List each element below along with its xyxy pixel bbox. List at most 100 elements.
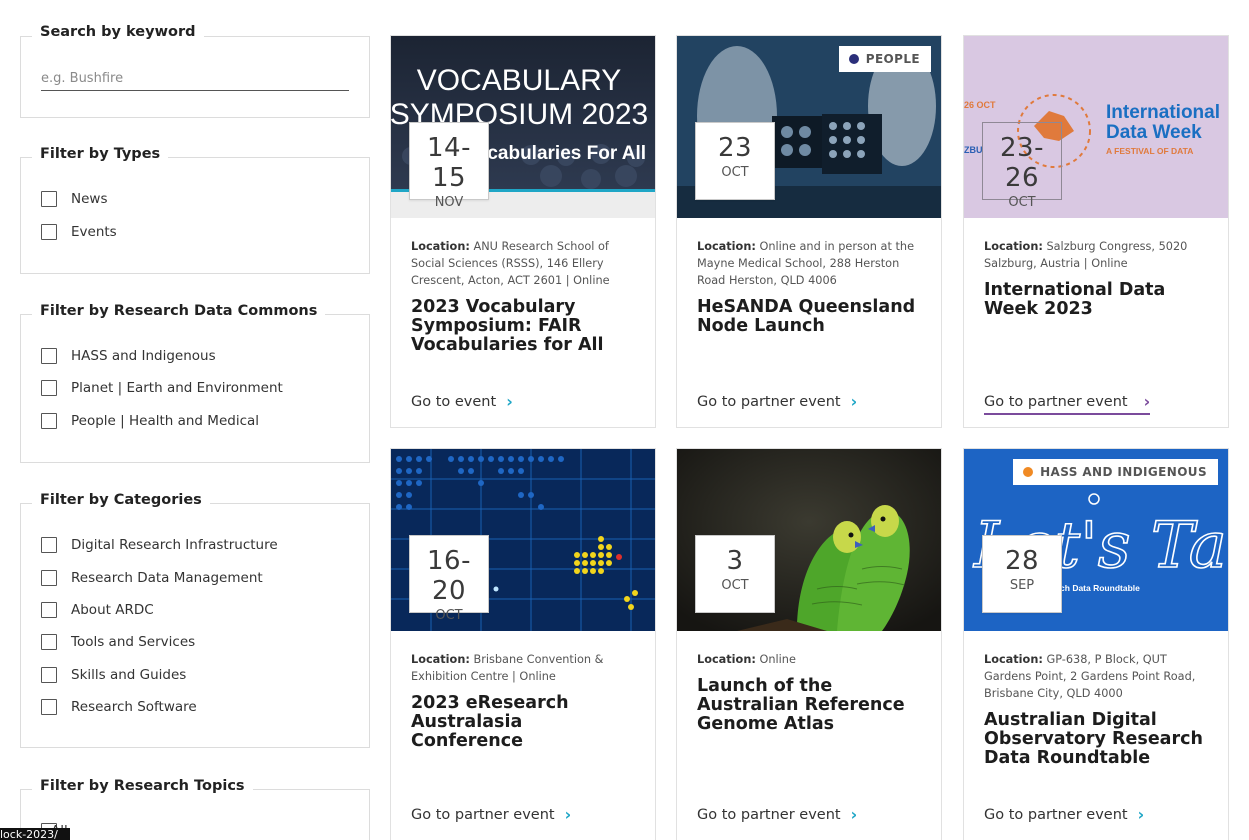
commons-option-hass[interactable]: HASS and Indigenous xyxy=(41,347,216,365)
commons-option-label: People | Health and Medical xyxy=(71,413,260,429)
date-box: 23 OCT xyxy=(695,122,775,200)
badge-label: HASS AND INDIGENOUS xyxy=(1040,465,1207,479)
link-label: Go to partner event xyxy=(697,393,841,410)
topics-filter-box: All xyxy=(20,789,370,840)
event-title[interactable]: 2023 eResearch Australasia Conference xyxy=(411,694,637,751)
event-card[interactable]: VOCABULARY SYMPOSIUM 2023 FAIR Vocabular… xyxy=(390,35,656,428)
category-badge: HASS AND INDIGENOUS xyxy=(1013,459,1218,485)
chevron-right-icon: › xyxy=(1137,805,1145,824)
go-to-partner-event-link[interactable]: Go to partner event › xyxy=(984,392,1151,415)
checkbox[interactable] xyxy=(41,191,57,207)
event-title[interactable]: 2023 Vocabulary Symposium: FAIR Vocabula… xyxy=(411,298,637,355)
event-title[interactable]: Australian Digital Observatory Research … xyxy=(984,711,1210,768)
category-option[interactable]: Research Data Management xyxy=(41,569,263,587)
category-option-label: Research Data Management xyxy=(71,570,263,586)
card-body: Location: Brisbane Convention & Exhibiti… xyxy=(411,651,637,751)
category-option[interactable]: About ARDC xyxy=(41,601,154,619)
type-option-events[interactable]: Events xyxy=(41,223,117,241)
category-option-label: Skills and Guides xyxy=(71,667,187,683)
commons-option-planet[interactable]: Planet | Earth and Environment xyxy=(41,379,283,397)
event-location: Location: Brisbane Convention & Exhibiti… xyxy=(411,651,637,685)
category-option[interactable]: Research Software xyxy=(41,698,197,716)
commons-option-label: HASS and Indigenous xyxy=(71,348,216,364)
go-to-partner-event-link[interactable]: Go to partner event › xyxy=(984,805,1144,826)
location-label: Location: xyxy=(697,240,756,253)
link-label: Go to event xyxy=(411,393,497,410)
category-option-label: About ARDC xyxy=(71,602,154,618)
event-location: Location: Online and in person at the Ma… xyxy=(697,238,923,289)
chevron-right-icon: › xyxy=(564,805,572,824)
date-box: 16-20 OCT xyxy=(409,535,489,623)
checkbox[interactable] xyxy=(41,667,57,683)
commons-filter-title: Filter by Research Data Commons xyxy=(32,301,326,321)
commons-option-label: Planet | Earth and Environment xyxy=(71,380,283,396)
chevron-right-icon: › xyxy=(1143,392,1151,411)
location-label: Location: xyxy=(697,653,756,666)
date-box: 14-15 NOV xyxy=(409,122,489,210)
category-option[interactable]: Skills and Guides xyxy=(41,666,186,684)
type-option-label: News xyxy=(71,191,108,207)
image-text-date: 26 OCT xyxy=(964,100,996,110)
date-month: NOV xyxy=(434,195,464,210)
location-label: Location: xyxy=(411,240,470,253)
badge-dot-icon xyxy=(848,54,859,64)
topics-filter-title: Filter by Research Topics xyxy=(32,776,253,796)
event-title[interactable]: Launch of the Australian Reference Genom… xyxy=(697,677,923,734)
checkbox[interactable] xyxy=(41,699,57,715)
date-month: OCT xyxy=(1008,195,1036,210)
go-to-partner-event-link[interactable]: Go to partner event › xyxy=(697,392,857,413)
checkbox[interactable] xyxy=(41,634,57,650)
event-location: Location: Salzburg Congress, 5020 Salzbu… xyxy=(984,238,1210,272)
category-option[interactable]: Tools and Services xyxy=(41,633,195,651)
date-day: 16-20 xyxy=(427,546,471,606)
categories-filter-box: Digital Research Infrastructure Research… xyxy=(20,503,370,748)
category-badge: PEOPLE xyxy=(838,46,931,72)
checkbox[interactable] xyxy=(41,380,57,396)
image-text-line2: arch Data Roundtable xyxy=(1052,583,1140,593)
checkbox[interactable] xyxy=(41,413,57,429)
event-location: Location: GP-638, P Block, QUT Gardens P… xyxy=(984,651,1210,702)
event-title[interactable]: HeSANDA Queensland Node Launch xyxy=(697,298,923,336)
image-text-city: ZBU xyxy=(964,145,983,155)
category-option-label: Research Software xyxy=(71,699,197,715)
checkbox[interactable] xyxy=(41,348,57,364)
event-card[interactable]: Let's Talk arch Data Roundtable HASS AND… xyxy=(963,448,1229,840)
link-label: Go to partner event xyxy=(697,806,841,823)
card-body: Location: GP-638, P Block, QUT Gardens P… xyxy=(984,651,1210,768)
date-month: OCT xyxy=(721,165,749,180)
image-text-line2: Data Week xyxy=(1106,122,1202,143)
categories-filter-title: Filter by Categories xyxy=(32,490,210,510)
search-input[interactable] xyxy=(41,67,349,91)
checkbox[interactable] xyxy=(41,602,57,618)
category-option[interactable]: Digital Research Infrastructure xyxy=(41,536,278,554)
card-body: Location: Salzburg Congress, 5020 Salzbu… xyxy=(984,238,1210,319)
date-month: OCT xyxy=(435,608,463,623)
go-to-event-link[interactable]: Go to event › xyxy=(411,392,513,413)
type-option-news[interactable]: News xyxy=(41,190,107,208)
checkbox[interactable] xyxy=(41,570,57,586)
date-box: 28 SEP xyxy=(982,535,1062,613)
checkbox[interactable] xyxy=(41,537,57,553)
location-label: Location: xyxy=(984,653,1043,666)
types-filter-box: News Events xyxy=(20,157,370,274)
card-body: Location: ANU Research School of Social … xyxy=(411,238,637,355)
event-card[interactable]: 16-20 OCT Location: Brisbane Convention … xyxy=(390,448,656,840)
event-location: Location: Online xyxy=(697,651,923,668)
image-text-line1: International xyxy=(1106,102,1220,123)
badge-dot-icon xyxy=(1023,467,1034,477)
go-to-partner-event-link[interactable]: Go to partner event › xyxy=(697,805,857,826)
link-label: Go to partner event xyxy=(984,393,1128,410)
category-option-label: Tools and Services xyxy=(71,634,196,650)
event-title[interactable]: International Data Week 2023 xyxy=(984,281,1210,319)
location-label: Location: xyxy=(984,240,1043,253)
event-card[interactable]: PEOPLE 23 OCT Location: Online and in pe… xyxy=(676,35,942,428)
date-box: 23-26 OCT xyxy=(982,122,1062,210)
event-card[interactable]: 26 OCT ZBU International Data Week A FES… xyxy=(963,35,1229,428)
go-to-partner-event-link[interactable]: Go to partner event › xyxy=(411,805,571,826)
commons-option-people[interactable]: People | Health and Medical xyxy=(41,412,259,430)
checkbox[interactable] xyxy=(41,224,57,240)
event-location: Location: ANU Research School of Social … xyxy=(411,238,637,289)
badge-label: PEOPLE xyxy=(865,52,920,66)
location-text: Online xyxy=(759,653,796,666)
event-card[interactable]: 3 OCT Location: Online Launch of the Aus… xyxy=(676,448,942,840)
